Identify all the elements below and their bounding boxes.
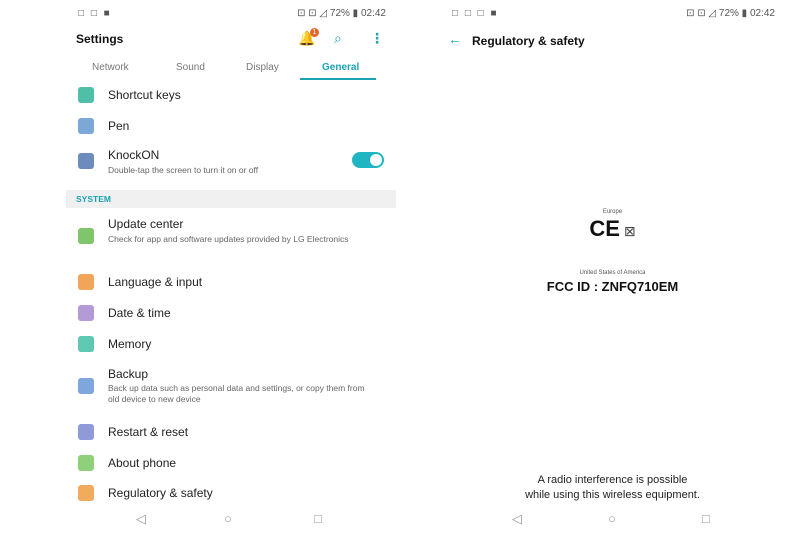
settings-item-description: Back up data such as personal data and s…	[108, 383, 365, 404]
usa-label: United States of America	[579, 270, 646, 276]
date-time-icon	[78, 305, 94, 321]
recent-apps-nav-icon[interactable]: □	[314, 511, 322, 526]
tab-sound[interactable]: Sound	[176, 62, 205, 73]
settings-item-restart-reset[interactable]: Restart & reset	[66, 423, 396, 443]
settings-item-description: Double-tap the screen to turn it on or o…	[108, 165, 259, 175]
settings-item-label: Date & time	[108, 306, 171, 320]
pen-icon	[78, 118, 94, 134]
settings-item-regulatory-safety[interactable]: Regulatory & safety	[66, 484, 396, 504]
status-indicators: ⊡ ⊡ ◿ 72% ▮ 02:42	[686, 8, 775, 19]
status-bar: □ □ □ ■ ⊡ ⊡ ◿ 72% ▮ 02:42	[452, 8, 775, 24]
settings-item-label: Pen	[108, 119, 130, 133]
status-indicators: ⊡ ⊡ ◿ 72% ▮ 02:42	[297, 8, 386, 19]
settings-item-label: Backup	[108, 367, 149, 381]
language-input-icon	[78, 274, 94, 290]
settings-toolbar: Settings 🔔 1 ⌕ ⋮	[66, 28, 396, 54]
tab-network[interactable]: Network	[92, 62, 129, 73]
settings-item-description: Check for app and software updates provi…	[108, 234, 349, 244]
fcc-id: FCC ID : ZNFQ710EM	[546, 279, 679, 294]
settings-item-label: KnockON	[108, 148, 160, 162]
back-arrow-icon[interactable]: ←	[448, 31, 462, 47]
tab-display[interactable]: Display	[246, 62, 279, 73]
home-nav-icon[interactable]: ○	[224, 511, 232, 526]
ce-mark: CE ⊠	[440, 216, 785, 242]
back-nav-icon[interactable]: ◁	[136, 511, 146, 527]
active-tab-indicator	[300, 78, 376, 80]
notice-line-1: A radio interference is possible	[537, 474, 688, 486]
knockon-toggle[interactable]	[352, 152, 384, 168]
settings-item-shortcut-keys[interactable]: Shortcut keys	[66, 86, 396, 106]
weee-bin-icon: ⊠	[623, 223, 636, 239]
regulatory-toolbar: ← Regulatory & safety	[440, 30, 785, 52]
navigation-bar: ◁ ○ □	[440, 505, 785, 537]
update-center-icon	[78, 228, 94, 244]
navigation-bar: ◁ ○ □	[66, 505, 396, 537]
shortcut-keys-icon	[78, 87, 94, 103]
settings-item-update-center[interactable]: Update center Check for app and software…	[66, 216, 396, 260]
settings-item-label: About phone	[108, 456, 177, 470]
page-title: Settings	[76, 32, 124, 46]
regulatory-screen: □ □ □ ■ ⊡ ⊡ ◿ 72% ▮ 02:42 ← Regulatory &…	[440, 0, 785, 537]
back-nav-icon[interactable]: ◁	[512, 511, 522, 527]
section-label: SYSTEM	[76, 194, 111, 204]
settings-item-pen[interactable]: Pen	[66, 117, 396, 137]
home-nav-icon[interactable]: ○	[608, 511, 616, 526]
ce-mark-icon: CE	[589, 216, 620, 241]
knockon-icon	[78, 153, 94, 169]
toggle-knob	[370, 154, 382, 166]
tab-general[interactable]: General	[322, 62, 359, 73]
status-notification-icons: □ □ □ ■	[452, 8, 499, 19]
settings-item-date-time[interactable]: Date & time	[66, 304, 396, 324]
settings-screen: □ □ ■ ⊡ ⊡ ◿ 72% ▮ 02:42 Settings 🔔 1 ⌕ ⋮…	[66, 0, 396, 537]
settings-item-label: Regulatory & safety	[108, 486, 213, 500]
memory-icon	[78, 336, 94, 352]
notification-badge: 1	[310, 28, 319, 37]
settings-item-label: Shortcut keys	[108, 88, 181, 102]
settings-tabs: Network Sound Display General	[66, 58, 396, 82]
regulatory-safety-icon	[78, 485, 94, 501]
notice-line-2: while using this wireless equipment.	[525, 489, 700, 501]
settings-item-label: Update center	[108, 217, 184, 231]
page-title: Regulatory & safety	[472, 34, 585, 48]
section-header-system: SYSTEM	[66, 190, 396, 208]
settings-item-about-phone[interactable]: About phone	[66, 454, 396, 474]
settings-item-language-input[interactable]: Language & input	[66, 273, 396, 293]
search-icon[interactable]: ⌕	[334, 30, 342, 47]
more-options-icon[interactable]: ⋮	[370, 30, 384, 47]
settings-item-backup[interactable]: Backup Back up data such as personal dat…	[66, 366, 396, 410]
settings-item-memory[interactable]: Memory	[66, 335, 396, 355]
europe-label: Europe	[602, 209, 623, 215]
about-phone-icon	[78, 455, 94, 471]
backup-icon	[78, 378, 94, 394]
restart-reset-icon	[78, 424, 94, 440]
radio-interference-notice: A radio interference is possible while u…	[440, 473, 785, 503]
status-notification-icons: □ □ ■	[78, 8, 112, 19]
recent-apps-nav-icon[interactable]: □	[702, 511, 710, 526]
settings-item-knockon[interactable]: KnockON Double-tap the screen to turn it…	[66, 148, 396, 180]
settings-item-label: Memory	[108, 337, 152, 351]
settings-item-label: Restart & reset	[108, 425, 189, 439]
status-bar: □ □ ■ ⊡ ⊡ ◿ 72% ▮ 02:42	[78, 8, 386, 24]
settings-item-label: Language & input	[108, 275, 203, 289]
